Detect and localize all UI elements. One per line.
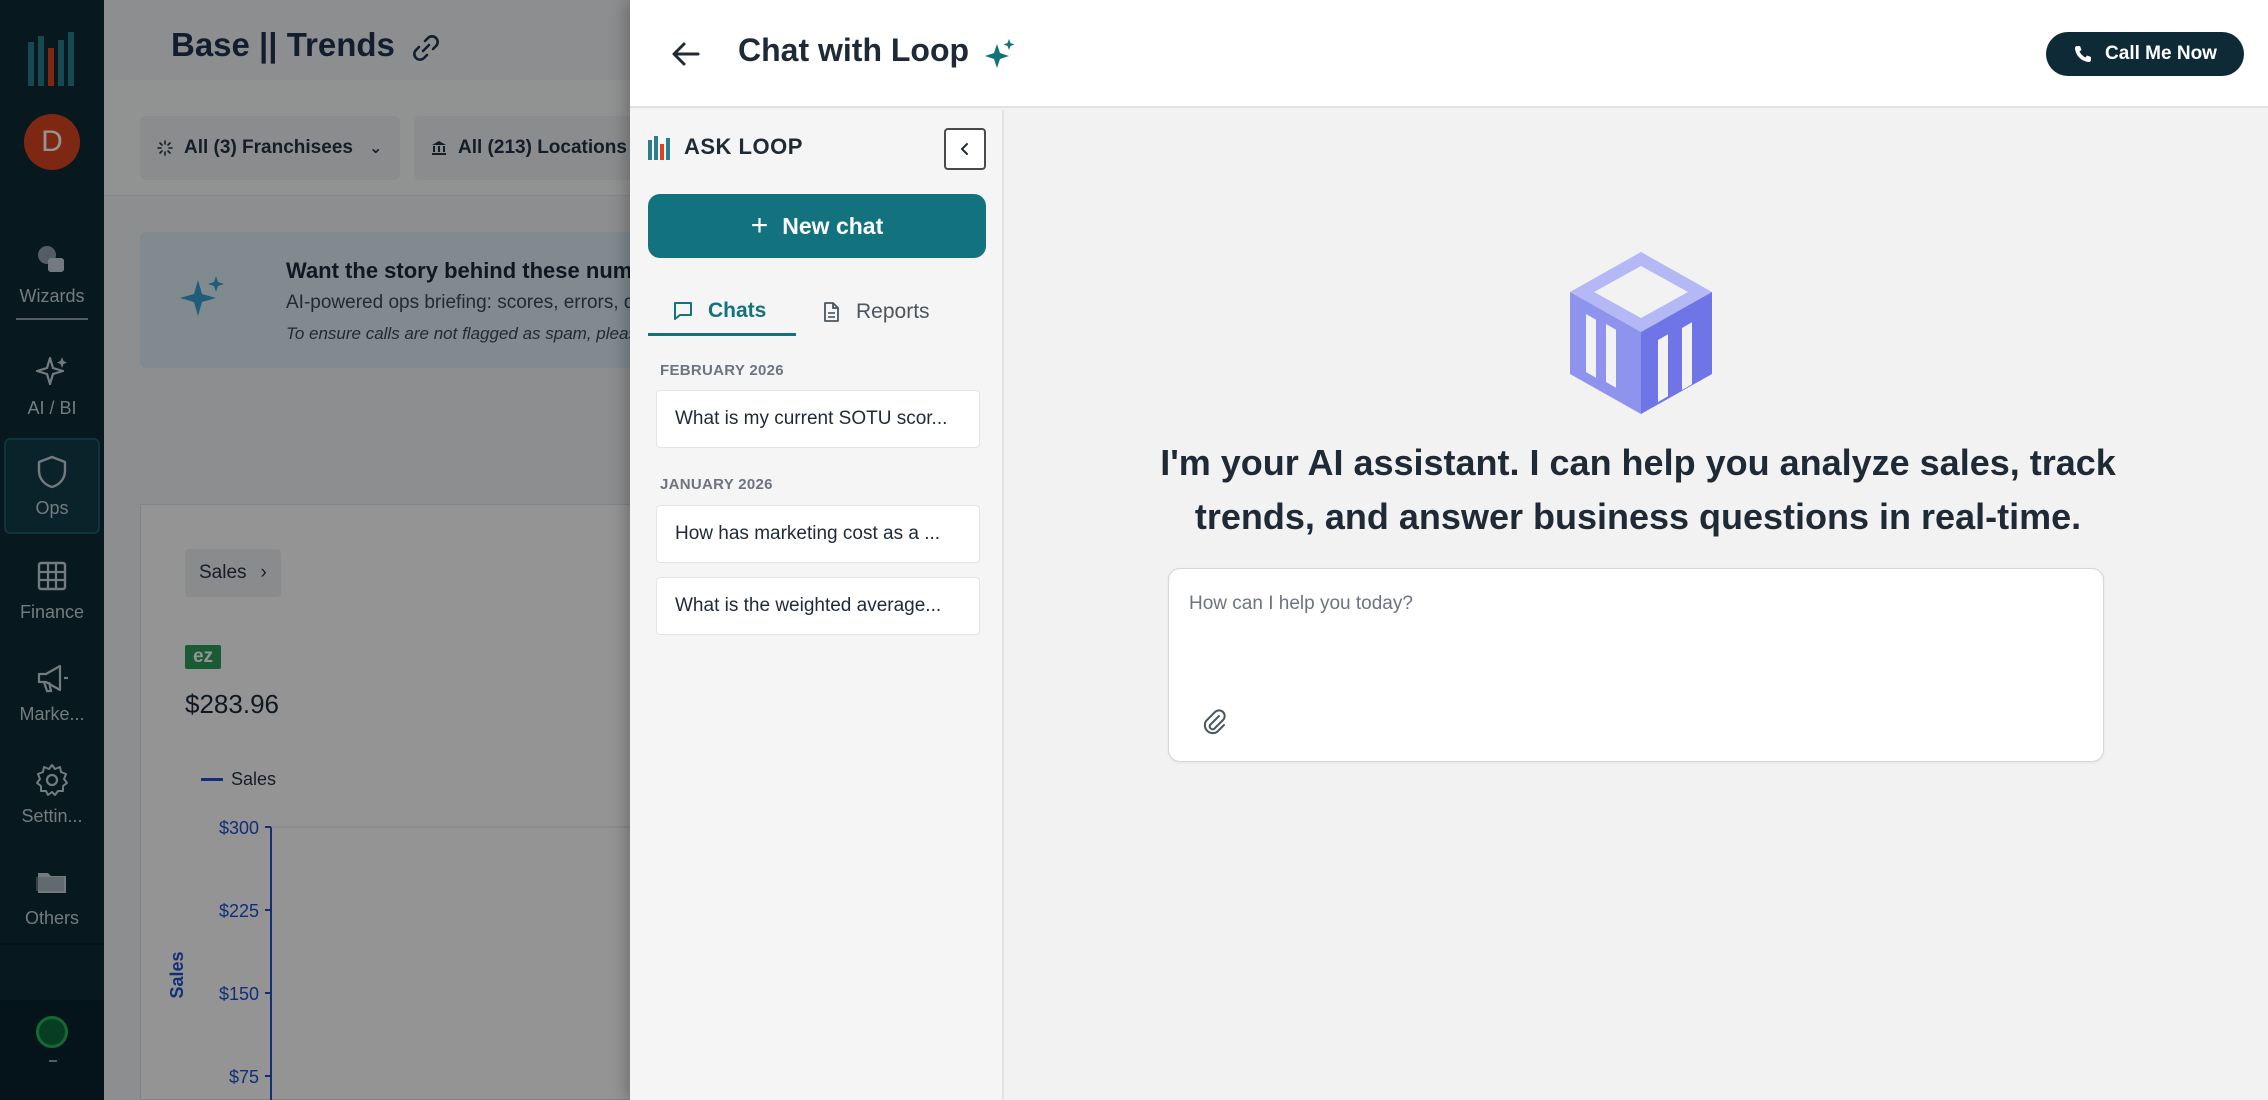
chevron-down-icon: ⌄ bbox=[368, 140, 383, 157]
nav-item-finance[interactable]: Finance bbox=[0, 542, 104, 638]
app-logo-icon[interactable] bbox=[22, 28, 82, 92]
new-chat-label: New chat bbox=[782, 212, 884, 239]
loop-logo-icon bbox=[648, 136, 670, 160]
megaphone-icon bbox=[37, 664, 68, 692]
nav-item-wizards[interactable]: Wizards bbox=[0, 226, 104, 322]
plus-icon: + bbox=[750, 209, 769, 242]
message-square-icon bbox=[674, 301, 692, 320]
y-tick-label: $150 bbox=[219, 984, 259, 1004]
app-root: D Wizards AI / BI Ops Finance Marke... S… bbox=[0, 0, 2268, 1100]
y-tick-label: $75 bbox=[229, 1067, 259, 1087]
left-nav-rail: D Wizards AI / BI Ops Finance Marke... S… bbox=[0, 0, 104, 1100]
assistant-intro-text: I'm your AI assistant. I can help you an… bbox=[1160, 442, 2116, 537]
page-title: Base || Trends bbox=[171, 26, 395, 63]
ai-briefing-banner: Want the story behind these numbe AI-pow… bbox=[140, 232, 700, 368]
tab-chats[interactable]: Chats bbox=[648, 288, 796, 336]
chat-title: Chat with Loop bbox=[738, 32, 970, 68]
nav-divider bbox=[16, 318, 88, 320]
collapse-sidebar-button[interactable] bbox=[944, 128, 986, 170]
chat-sidebar: ASK LOOP + New chat Chats Reports FEBRUA… bbox=[630, 110, 1004, 1100]
tab-label: Reports bbox=[856, 300, 930, 323]
ask-loop-brand: ASK LOOP bbox=[646, 132, 803, 162]
chevron-left-icon bbox=[961, 143, 968, 155]
nav-item-ops[interactable]: Ops bbox=[4, 438, 100, 534]
nav-item-settings[interactable]: Settin... bbox=[0, 746, 104, 842]
chat-header: Chat with Loop Call Me Now bbox=[630, 0, 2268, 108]
folder-icon bbox=[36, 872, 66, 893]
nav-item-label: Marke... bbox=[19, 703, 85, 724]
y-tick-label: $225 bbox=[219, 901, 259, 921]
loader-icon bbox=[157, 140, 173, 156]
call-me-now-button[interactable]: Call Me Now bbox=[2046, 32, 2244, 76]
chat-history-item[interactable]: What is my current SOTU scor... bbox=[656, 390, 980, 448]
file-text-icon bbox=[824, 302, 839, 322]
nav-item-marketing[interactable]: Marke... bbox=[0, 644, 104, 740]
filter-label: All (3) Franchisees bbox=[184, 137, 353, 158]
chat-message-input[interactable] bbox=[1189, 593, 2069, 673]
chat-main: I'm your AI assistant. I can help you an… bbox=[1006, 110, 2268, 1100]
brand-label: ASK LOOP bbox=[684, 134, 803, 159]
location-filter[interactable]: All (213) Locations bbox=[414, 116, 654, 180]
sales-chart: $300 $225 $150 $75 Sales bbox=[167, 818, 701, 1100]
banner-subtext: AI-powered ops briefing: scores, errors,… bbox=[286, 292, 646, 313]
new-chat-button[interactable]: + New chat bbox=[648, 194, 986, 258]
chat-drawer: Chat with Loop Call Me Now ASK LOOP + Ne… bbox=[630, 0, 2268, 1100]
shield-icon bbox=[37, 455, 67, 488]
sparkle-icon bbox=[35, 356, 67, 385]
user-avatar[interactable]: D bbox=[24, 114, 80, 170]
banner-heading: Want the story behind these numbe bbox=[286, 258, 658, 283]
status-badge-icon[interactable] bbox=[36, 1016, 68, 1048]
call-button-label: Call Me Now bbox=[2105, 43, 2217, 64]
sparkle-icon bbox=[985, 39, 1015, 68]
tab-reports[interactable]: Reports bbox=[820, 288, 930, 336]
nav-item-label: Others bbox=[24, 907, 80, 928]
bank-icon bbox=[432, 141, 446, 155]
sales-card: Sales › ez $283.96 Sales $300 $225 $150 … bbox=[140, 504, 701, 1100]
table-icon bbox=[37, 561, 67, 590]
franchisee-filter[interactable]: All (3) Franchisees ⌄ bbox=[140, 116, 400, 180]
status-label: - bbox=[49, 1060, 57, 1062]
chat-tabs: Chats Reports bbox=[648, 288, 986, 336]
filter-label: All (213) Locations bbox=[458, 137, 627, 158]
chat-history-item[interactable]: How has marketing cost as a ... bbox=[656, 505, 980, 563]
nav-item-ai-bi[interactable]: AI / BI bbox=[0, 338, 104, 434]
nav-item-label: Wizards bbox=[19, 285, 85, 306]
sparkle-icon bbox=[180, 276, 224, 316]
nav-divider bbox=[0, 943, 104, 945]
tab-label: Chats bbox=[708, 298, 767, 322]
chat-group-month: JANUARY 2026 bbox=[660, 476, 773, 493]
banner-note: To ensure calls are not flagged as spam,… bbox=[286, 324, 647, 343]
chat-input-box bbox=[1168, 568, 2104, 762]
nav-item-label: Ops bbox=[35, 497, 69, 518]
phone-icon bbox=[2075, 46, 2092, 62]
gear-icon bbox=[36, 763, 68, 796]
link-icon[interactable] bbox=[410, 32, 442, 64]
nav-item-label: AI / BI bbox=[27, 397, 77, 418]
nav-item-others[interactable]: Others bbox=[0, 848, 104, 944]
chat-group-month: FEBRUARY 2026 bbox=[660, 362, 784, 379]
paperclip-icon[interactable] bbox=[1199, 707, 1229, 737]
shapes-icon bbox=[38, 245, 64, 272]
nav-item-label: Settin... bbox=[21, 805, 83, 826]
nav-item-label: Finance bbox=[19, 601, 85, 622]
loop-logo-icon bbox=[1570, 252, 1712, 414]
chat-history-item[interactable]: What is the weighted average... bbox=[656, 577, 980, 635]
y-axis-label: Sales bbox=[167, 951, 187, 998]
nav-status-area: - bbox=[0, 1000, 104, 1100]
back-arrow-icon[interactable] bbox=[666, 34, 706, 74]
y-tick-label: $300 bbox=[219, 818, 259, 838]
